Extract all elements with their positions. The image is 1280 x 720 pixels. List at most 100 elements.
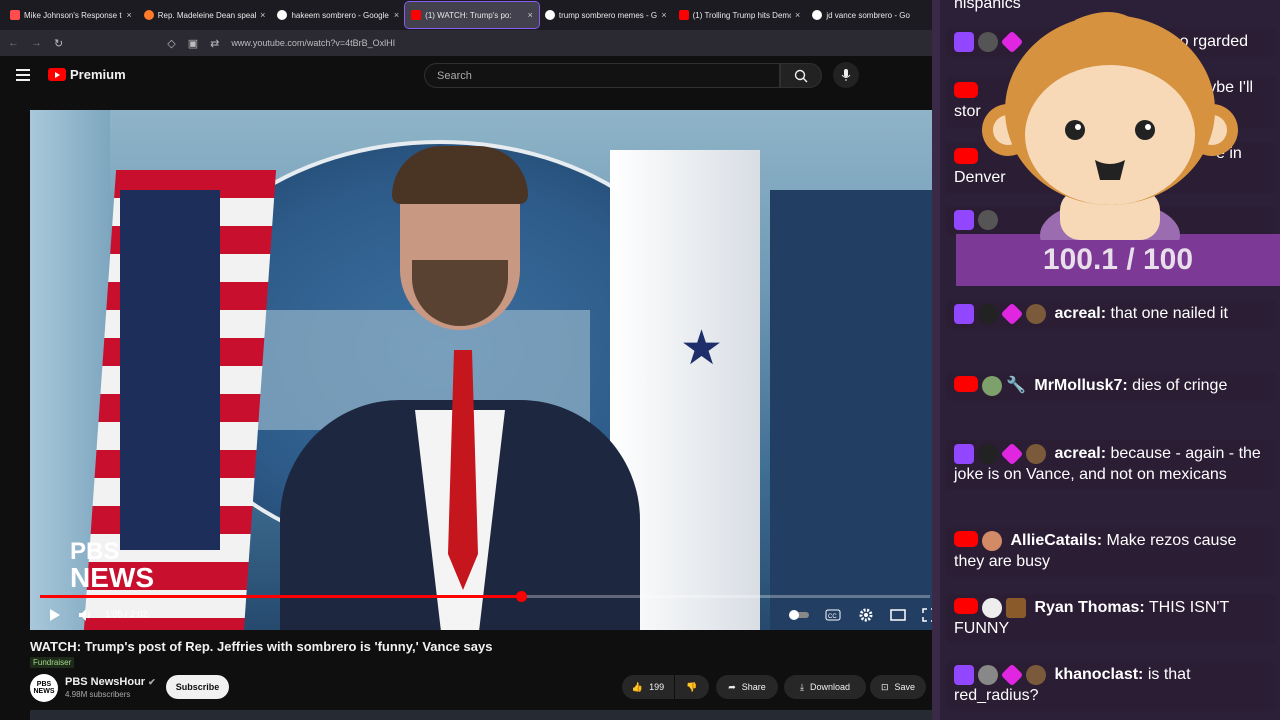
youtube-logo[interactable]: Premium bbox=[48, 67, 126, 82]
score-meter: 100.1 / 100 bbox=[956, 234, 1280, 286]
tab-favicon-icon bbox=[277, 10, 288, 20]
avatar-icon bbox=[978, 665, 998, 685]
channel-name[interactable]: PBS NewsHour ✔ bbox=[65, 676, 156, 688]
chat-message: Ryan Thomas: THIS ISN'T FUNNY bbox=[946, 594, 1276, 644]
next-section-edge bbox=[30, 710, 940, 720]
thumbs-up-icon: 👍 bbox=[631, 681, 644, 692]
hamburger-menu-icon[interactable] bbox=[16, 69, 30, 81]
captions-icon[interactable]: CC bbox=[825, 609, 841, 621]
chat-message: acreal: because - again - the joke is on… bbox=[946, 440, 1276, 490]
share-icon: ➦ bbox=[728, 681, 736, 692]
autoplay-toggle-icon[interactable] bbox=[788, 609, 810, 621]
browser-tab[interactable]: Rep. Madeleine Dean speak × bbox=[138, 2, 272, 28]
svg-text:CC: CC bbox=[828, 614, 837, 620]
sub-gem-icon bbox=[1000, 302, 1024, 326]
voice-search-button[interactable] bbox=[833, 62, 859, 88]
avatar-icon bbox=[1026, 304, 1046, 324]
browser-tab-active[interactable]: (1) WATCH: Trump's po: × bbox=[404, 1, 540, 29]
video-player[interactable]: ★ PBS NEWS bbox=[30, 110, 940, 630]
back-icon[interactable]: ← bbox=[8, 37, 19, 49]
theater-mode-icon[interactable] bbox=[890, 609, 906, 621]
close-tab-icon[interactable]: × bbox=[126, 10, 131, 20]
fundraiser-badge[interactable]: Fundraiser bbox=[30, 657, 75, 668]
browser-tab[interactable]: trump sombrero memes - G × bbox=[539, 2, 673, 28]
youtube-icon bbox=[954, 147, 978, 164]
youtube-icon bbox=[954, 81, 978, 98]
tab-favicon-icon bbox=[143, 10, 154, 20]
close-tab-icon[interactable]: × bbox=[661, 10, 666, 20]
youtube-play-icon bbox=[48, 68, 66, 81]
microphone-icon bbox=[841, 69, 851, 81]
share-button[interactable]: ➦ Share bbox=[716, 675, 778, 699]
twitch-icon bbox=[954, 32, 974, 52]
url-text[interactable]: www.youtube.com/watch?v=4tBrB_OxlHI bbox=[231, 38, 395, 48]
bookmark-icon: ⊡ bbox=[880, 681, 889, 692]
dislike-button[interactable]: 👎 bbox=[675, 675, 709, 699]
avatar-icon bbox=[1026, 444, 1046, 464]
verified-check-icon: ✔ bbox=[148, 677, 156, 687]
volume-icon[interactable] bbox=[78, 608, 92, 622]
channel-avatar[interactable]: PBS NEWS bbox=[30, 674, 58, 702]
save-button[interactable]: ⊡ Save bbox=[870, 675, 926, 699]
close-tab-icon[interactable]: × bbox=[528, 10, 533, 20]
tab-favicon-icon bbox=[10, 10, 20, 20]
sub-gem-icon bbox=[1000, 442, 1024, 466]
subscribe-button[interactable]: Subscribe bbox=[166, 675, 229, 699]
user-badge-icon bbox=[978, 444, 998, 464]
pbs-news-watermark: PBS NEWS bbox=[70, 538, 154, 593]
tab-favicon-icon bbox=[678, 10, 689, 20]
twitch-icon bbox=[954, 210, 974, 230]
search-input[interactable]: Search bbox=[424, 63, 780, 88]
logo-label: Premium bbox=[70, 67, 126, 82]
twitch-icon bbox=[954, 665, 974, 685]
browser-tab-bar: Mike Johnson's Response to × Rep. Madelei… bbox=[0, 0, 940, 30]
download-button[interactable]: ⤓ Download bbox=[784, 675, 866, 699]
permissions-icon[interactable]: ⇄ bbox=[210, 37, 219, 50]
browser-tab[interactable]: jd vance sombrero - Go bbox=[806, 2, 940, 28]
video-controls: 1:05 / 2:02 CC bbox=[30, 600, 940, 630]
tab-favicon-icon bbox=[411, 10, 422, 20]
us-flag-canton bbox=[120, 190, 220, 550]
close-tab-icon[interactable]: × bbox=[260, 10, 265, 20]
thumbs-down-icon: 👎 bbox=[686, 681, 698, 692]
close-tab-icon[interactable]: × bbox=[795, 10, 800, 20]
reload-icon[interactable]: ↻ bbox=[54, 37, 63, 50]
avatar-icon bbox=[982, 531, 1002, 551]
sub-gem-icon bbox=[1000, 663, 1024, 687]
avatar-icon bbox=[982, 598, 1002, 618]
chat-message: AllieCatails: Make rezos cause they are … bbox=[946, 527, 1276, 577]
like-button[interactable]: 👍 199 bbox=[622, 675, 674, 699]
browser-tab[interactable]: hakeem sombrero - Google × bbox=[271, 2, 405, 28]
subscriber-count: 4.98M subscribers bbox=[65, 690, 131, 699]
screen: Mike Johnson's Response to × Rep. Madelei… bbox=[0, 0, 1280, 720]
chat-message: khanoclast: is that red_radius? bbox=[946, 661, 1276, 711]
browser-tab[interactable]: (1) Trolling Trump hits Demo × bbox=[673, 2, 807, 28]
flag-star-icon: ★ bbox=[680, 322, 724, 375]
download-icon: ⤓ bbox=[799, 681, 804, 692]
video-right-panel bbox=[770, 190, 940, 630]
lock-icon[interactable]: ▣ bbox=[188, 37, 198, 50]
avatar-icon bbox=[1026, 665, 1046, 685]
close-tab-icon[interactable]: × bbox=[394, 10, 399, 20]
twitch-icon bbox=[954, 304, 974, 324]
youtube-icon bbox=[954, 376, 978, 392]
browser-tab[interactable]: Mike Johnson's Response to × bbox=[4, 2, 138, 28]
settings-gear-icon[interactable] bbox=[858, 607, 874, 623]
forward-icon[interactable]: → bbox=[31, 37, 42, 49]
search-button[interactable] bbox=[780, 63, 822, 88]
play-icon[interactable] bbox=[49, 608, 61, 622]
tab-favicon-icon bbox=[544, 10, 555, 20]
user-badge-icon bbox=[978, 304, 998, 324]
speaker-hair bbox=[392, 146, 528, 204]
tab-favicon-icon bbox=[812, 10, 823, 20]
youtube-header: Premium Search bbox=[0, 56, 940, 96]
shield-icon[interactable]: ◇ bbox=[167, 37, 175, 50]
youtube-icon bbox=[954, 531, 978, 547]
avatar-icon bbox=[982, 376, 1002, 396]
chat-message: 🔧 MrMollusk7: dies of cringe bbox=[946, 372, 1276, 402]
address-bar: ← → ↻ ◇ ▣ ⇄ www.youtube.com/watch?v=4tBr… bbox=[0, 30, 940, 56]
chat-message: acreal: that one nailed it bbox=[946, 300, 1276, 330]
progress-fill bbox=[40, 595, 521, 598]
youtube-icon bbox=[954, 598, 978, 614]
video-progress-bar[interactable] bbox=[40, 591, 930, 602]
